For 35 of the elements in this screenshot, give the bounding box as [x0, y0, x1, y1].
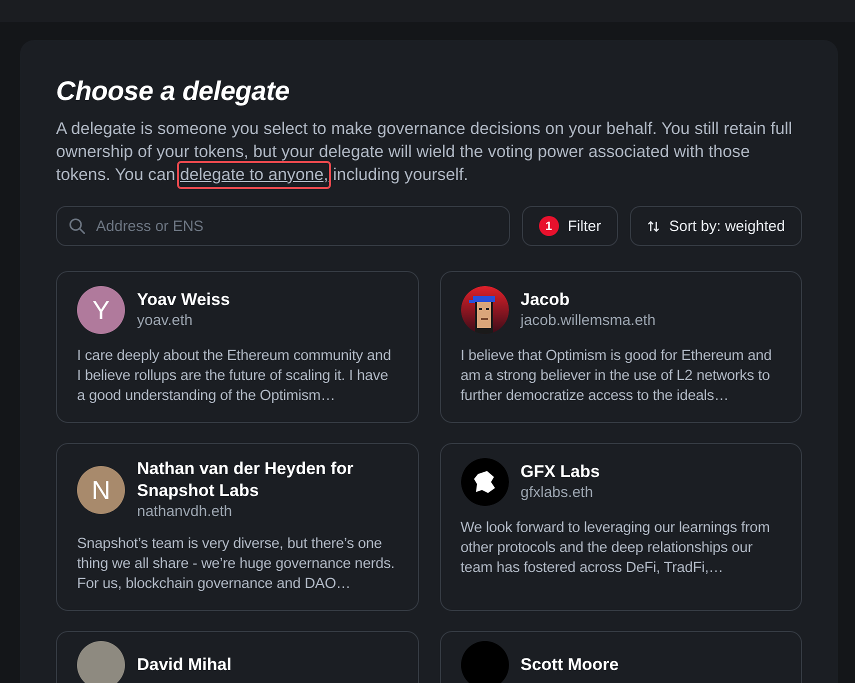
- delegate-ens: gfxlabs.eth: [520, 483, 594, 503]
- intro-paragraph: A delegate is someone you select to make governance decisions on your behalf. You still retain full ownership of your tokens, but your delegate will wield the voting power associated with those tokens. You can delegate to anyone, including yourself.: [56, 117, 802, 186]
- avatar-circle: [460, 641, 508, 683]
- delegate-card[interactable]: Jacob jacob.willemsma.eth I believe that Optimism is good for Ethereum and am a strong believer in the use of L2 networks to further democratize access to the ideals…: [440, 271, 802, 423]
- delegate-ens: yoav.eth: [137, 311, 194, 331]
- delegate-card[interactable]: Y Yoav Weiss yoav.eth I care deeply about the Ethereum community and I believe rollups are the future of scaling it. I have a good understanding of the Optimism…: [56, 271, 418, 423]
- page-title: Choose a delegate: [56, 76, 290, 107]
- avatar-letter: N: [77, 466, 125, 514]
- delegate-card[interactable]: N Nathan van der Heyden for Snapshot Labs nathanvdh.eth Snapshot’s team is very diverse, but there’s one thing we all share - we’re huge governance nerds. For us, blockchain governance and DAO…: [56, 443, 418, 611]
- delegate-statement: I believe that Optimism is good for Ethereum and am a strong believer in the use of L2 networks to further democratize access to the ideals…: [460, 347, 773, 406]
- photo-placeholder: [77, 641, 125, 683]
- delegate-ens: jacob.willemsma.eth: [520, 311, 656, 331]
- delegate-link[interactable]: delegate to anyone,: [176, 161, 332, 189]
- avatar-letter: Y: [77, 286, 125, 334]
- filter-button[interactable]: 1 Filter: [522, 206, 618, 246]
- delegate-statement: Snapshot’s team is very diverse, but there’s one thing we all share - we’re huge governance nerds. For us, blockchain governance and DAO…: [77, 535, 396, 594]
- delegate-name: David Mihal: [137, 654, 232, 676]
- delegate-name: Yoav Weiss: [137, 289, 230, 311]
- delegate-statement: I care deeply about the Ethereum community and I believe rollups are the future of scaling it. I have a good understanding of the Optimism…: [77, 347, 392, 406]
- sort-arrows-icon: [647, 220, 660, 232]
- delegate-name: Nathan van der Heyden for Snapshot Labs: [137, 458, 354, 502]
- delegate-statement: We look forward to leveraging our learnings from other protocols and the deep relationships our team has fostered across DeFi, TradFi,…: [460, 519, 771, 578]
- delegate-ens: nathanvdh.eth: [137, 502, 234, 522]
- delegate-card[interactable]: David Mihal: [56, 631, 418, 683]
- search-icon: [68, 217, 86, 235]
- delegate-name: GFX Labs: [520, 461, 600, 483]
- logo-icon: [460, 458, 508, 506]
- sort-button[interactable]: Sort by: weighted: [630, 206, 802, 246]
- delegate-card[interactable]: GFX Labs gfxlabs.eth We look forward to leveraging our learnings from other protocols and the deep relationships our team has fostered across DeFi, TradFi,…: [440, 443, 802, 611]
- delegate-card[interactable]: Scott Moore: [440, 631, 802, 683]
- search-field[interactable]: Address or ENS: [56, 206, 510, 246]
- delegate-name: Jacob: [520, 289, 571, 311]
- pixel-avatar-icon: [460, 286, 508, 334]
- delegate-name: Scott Moore: [520, 654, 619, 676]
- filter-count-badge: 1: [538, 216, 559, 236]
